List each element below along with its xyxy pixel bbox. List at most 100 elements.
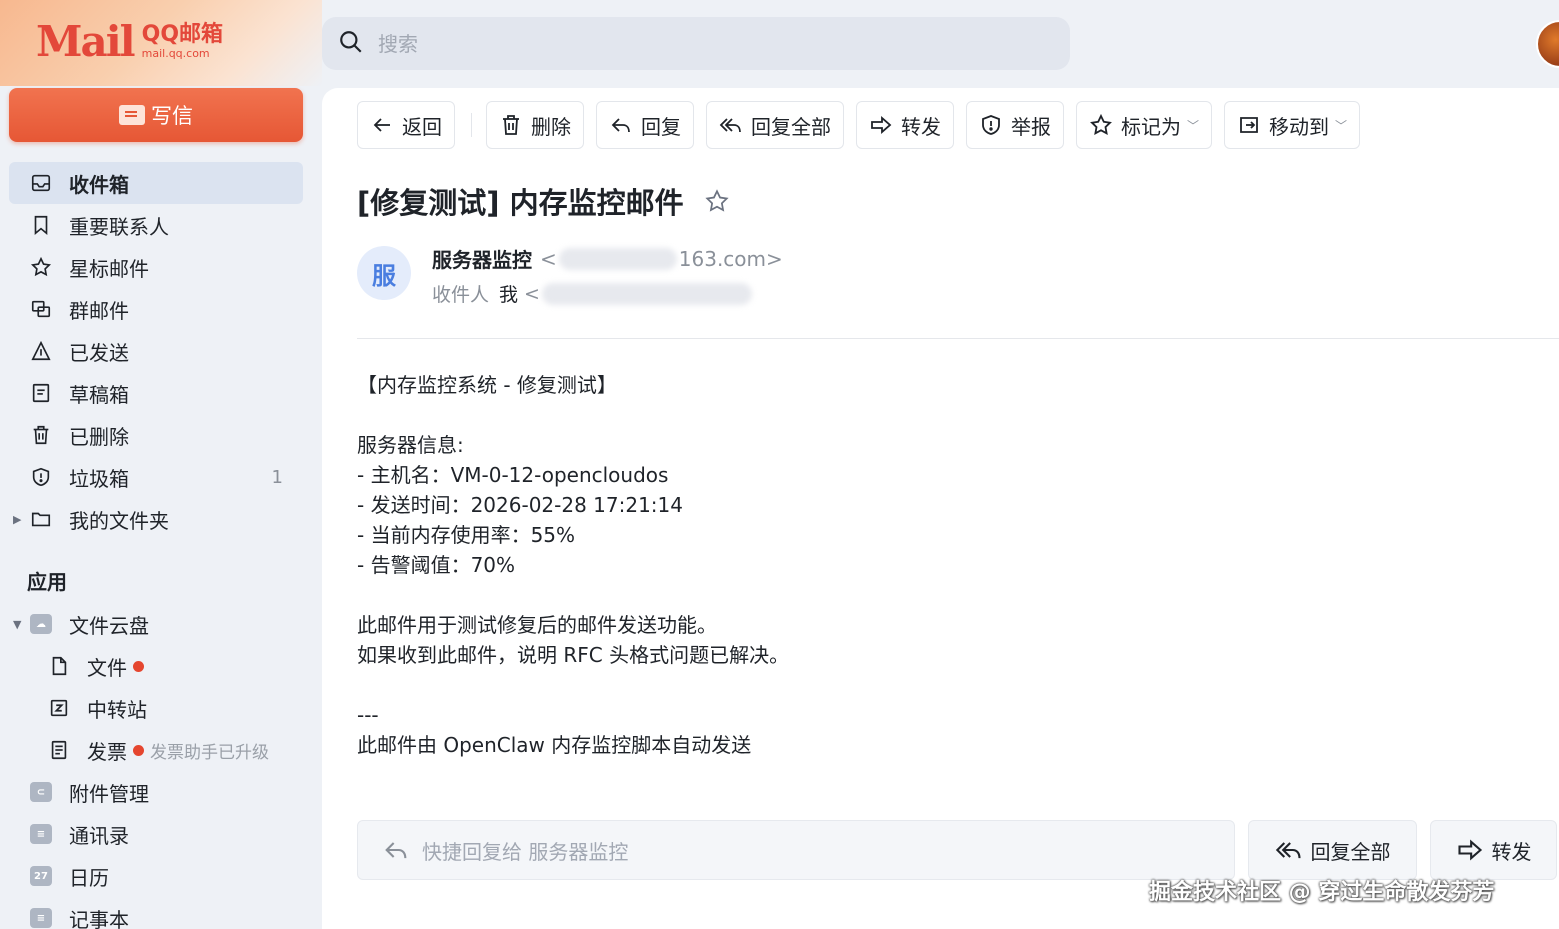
- apps-section-title: 应用: [27, 570, 67, 594]
- quick-reply-all-button[interactable]: 回复全部: [1248, 820, 1417, 880]
- reply-all-button[interactable]: 回复全部: [706, 101, 844, 149]
- trash-icon: [29, 423, 53, 447]
- app-item-label: 记事本: [69, 907, 129, 929]
- file-icon: [47, 654, 71, 678]
- apps-nav: ▼ ☁ 文件云盘 文件 中转站 发票 发票助手已升级 ⊂ 附件管理 ≡ 通讯录 …: [9, 603, 319, 929]
- spam-count-badge: 1: [271, 466, 283, 488]
- sender-avatar[interactable]: 服: [357, 246, 411, 300]
- app-item-label: 发票: [87, 739, 127, 764]
- expand-caret-icon[interactable]: ▶: [13, 513, 21, 526]
- move-folder-icon: [1240, 117, 1258, 133]
- search-input[interactable]: [378, 31, 978, 56]
- email-open-bracket: <: [540, 246, 557, 271]
- app-item-invoice[interactable]: 发票 发票助手已升级: [9, 729, 319, 771]
- logo-mail-text: Mail: [36, 17, 136, 66]
- move-to-dropdown[interactable]: 移动到 ﹀: [1224, 101, 1361, 149]
- group-mail-icon: [29, 297, 53, 321]
- quick-reply-input[interactable]: 快捷回复给 服务器监控: [357, 820, 1235, 880]
- transfer-station-icon: [47, 696, 71, 720]
- reply-button[interactable]: 回复: [596, 101, 694, 149]
- app-item-attachments[interactable]: ⊂ 附件管理: [9, 771, 319, 813]
- quick-forward-button[interactable]: 转发: [1430, 820, 1557, 880]
- mail-subject: [修复测试] 内存监控邮件: [357, 180, 730, 222]
- forward-button[interactable]: 转发: [856, 101, 954, 149]
- app-item-files[interactable]: 文件: [9, 645, 319, 687]
- email-open-bracket: <: [524, 282, 540, 305]
- redacted-recipient-email: [541, 282, 752, 305]
- report-button[interactable]: 举报: [966, 101, 1064, 149]
- sidebar-item-inbox[interactable]: 收件箱: [9, 162, 303, 204]
- recipient-label: 收件人: [432, 284, 490, 306]
- sidebar-item-starred[interactable]: 星标邮件: [9, 246, 303, 288]
- mail-body: 【内存监控系统 - 修复测试】 服务器信息: - 主机名：VM-0-12-ope…: [357, 373, 790, 757]
- compose-icon: [119, 105, 145, 125]
- spam-shield-icon: [29, 465, 53, 489]
- sender-line: 服务器监控 < 163.com>: [432, 244, 783, 273]
- app-item-contacts[interactable]: ≡ 通讯录: [9, 813, 319, 855]
- quick-reply-placeholder: 快捷回复给 服务器监控: [422, 839, 629, 864]
- invoice-upgrade-hint: 发票助手已升级: [150, 742, 269, 763]
- chevron-down-icon: ﹀: [1187, 118, 1200, 133]
- cloud-drive-icon: ☁: [29, 612, 53, 636]
- back-button[interactable]: 返回: [357, 101, 455, 149]
- invoice-icon: [47, 738, 71, 762]
- mark-as-dropdown[interactable]: 标记为 ﹀: [1076, 101, 1213, 149]
- notebook-icon: ≡: [29, 906, 53, 929]
- sidebar-item-sent[interactable]: 已发送: [9, 330, 303, 372]
- star-icon: [1090, 113, 1112, 135]
- sidebar-item-important-contacts[interactable]: 重要联系人: [9, 204, 303, 246]
- calendar-icon: 27: [29, 864, 53, 888]
- header-divider: [357, 338, 1559, 339]
- sidebar-item-group-mail[interactable]: 群邮件: [9, 288, 303, 330]
- attachment-icon: ⊂: [29, 780, 53, 804]
- sidebar-item-label: 已删除: [69, 424, 129, 449]
- search-bar[interactable]: [322, 17, 1070, 70]
- app-item-label: 中转站: [87, 697, 147, 722]
- app-item-cloud-drive[interactable]: ▼ ☁ 文件云盘: [9, 603, 319, 645]
- reply-all-icon: [719, 118, 741, 133]
- compose-button[interactable]: 写信: [9, 88, 303, 142]
- chevron-down-icon: ﹀: [1335, 118, 1348, 133]
- logo-name: QQ邮箱: [141, 22, 224, 47]
- unread-dot: [133, 660, 144, 672]
- forward-icon: [871, 116, 892, 134]
- sender-name[interactable]: 服务器监控: [432, 244, 532, 273]
- arrow-left-icon: [373, 118, 390, 132]
- star-icon: [29, 255, 53, 279]
- app-item-transfer-station[interactable]: 中转站: [9, 687, 319, 729]
- sidebar-item-label: 草稿箱: [69, 382, 129, 407]
- recipient-line: 收件人 我 <: [432, 280, 754, 307]
- sidebar-item-spam[interactable]: 垃圾箱 1: [9, 456, 303, 498]
- redacted-sender-email: [558, 247, 677, 270]
- sidebar-item-label: 已发送: [69, 340, 129, 365]
- app-item-label: 日历: [69, 865, 109, 890]
- mail-reading-pane: 返回 删除 回复 回复全部 转发 举报 标记为 ﹀ 移动到 ﹀ [修复测试] 内…: [322, 88, 1559, 929]
- sidebar-item-my-folders[interactable]: ▶ 我的文件夹: [9, 498, 303, 540]
- compose-label: 写信: [151, 104, 193, 128]
- logo-url: mail.qq.com: [141, 47, 210, 60]
- watermark: 掘金技术社区 @ 穿过生命散发芬芳: [1149, 880, 1495, 905]
- sidebar-item-drafts[interactable]: 草稿箱: [9, 372, 303, 414]
- sent-icon: [29, 339, 53, 363]
- reply-icon: [385, 842, 407, 859]
- forward-icon: [1457, 839, 1482, 861]
- folder-icon: [29, 507, 53, 531]
- sidebar-item-label: 收件箱: [69, 172, 129, 197]
- sidebar-item-deleted[interactable]: 已删除: [9, 414, 303, 456]
- sidebar-item-label: 我的文件夹: [69, 508, 169, 533]
- logo-area: Mail QQ邮箱 mail.qq.com: [0, 0, 322, 86]
- app-item-notebook[interactable]: ≡ 记事本: [9, 897, 319, 929]
- sidebar-item-label: 群邮件: [69, 298, 129, 323]
- star-toggle-icon[interactable]: [704, 188, 730, 214]
- qq-mail-logo[interactable]: Mail QQ邮箱 mail.qq.com: [36, 18, 223, 66]
- contacts-icon: ≡: [29, 822, 53, 846]
- collapse-caret-icon[interactable]: ▼: [13, 618, 21, 631]
- delete-button[interactable]: 删除: [486, 101, 584, 149]
- app-item-calendar[interactable]: 27 日历: [9, 855, 319, 897]
- sidebar-item-label: 星标邮件: [69, 256, 149, 281]
- trash-icon: [503, 115, 519, 135]
- recipient-name[interactable]: 我: [499, 280, 518, 307]
- user-avatar[interactable]: [1536, 20, 1559, 68]
- app-item-label: 附件管理: [69, 781, 149, 806]
- app-item-label: 文件云盘: [69, 613, 149, 638]
